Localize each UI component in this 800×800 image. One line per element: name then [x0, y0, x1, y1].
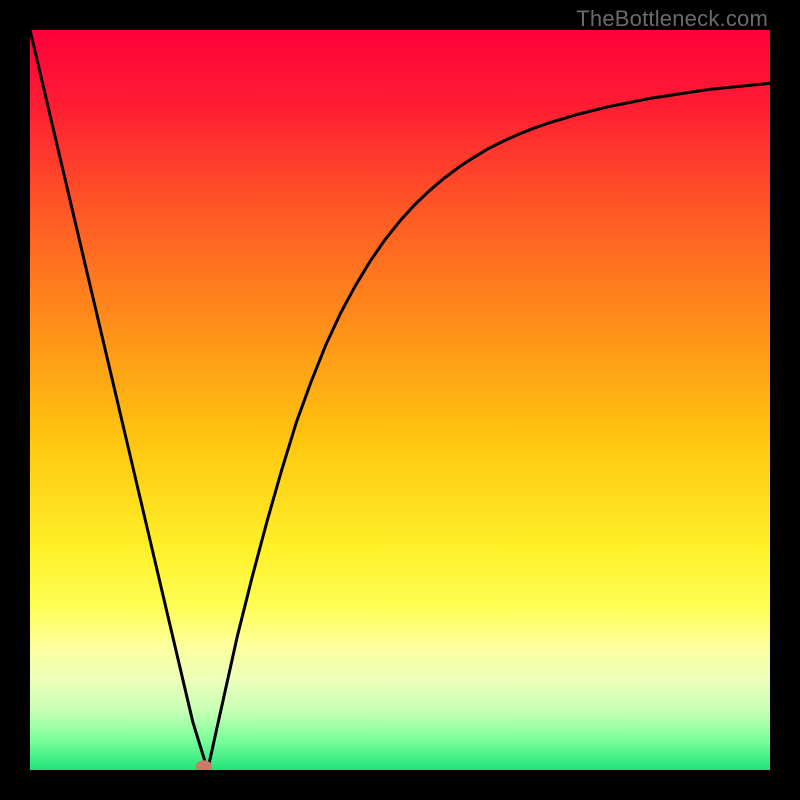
attribution-label: TheBottleneck.com — [576, 6, 768, 32]
bottleneck-chart: TheBottleneck.com — [0, 0, 800, 800]
plot-area — [30, 30, 770, 770]
curve-layer — [30, 30, 770, 770]
bottleneck-curve — [30, 30, 770, 770]
